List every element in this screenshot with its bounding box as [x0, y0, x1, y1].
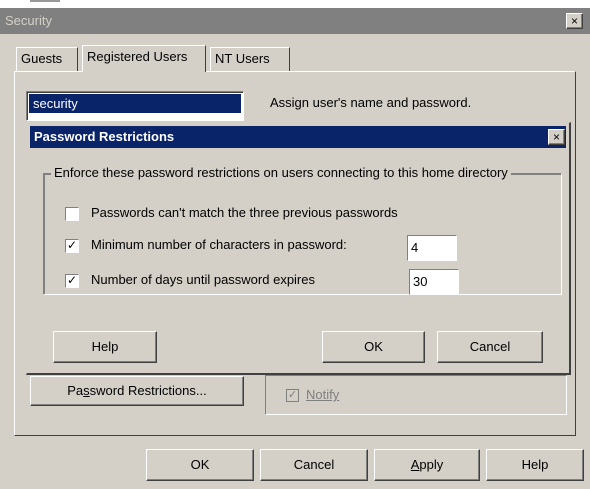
min-length-field[interactable]: 4 [407, 235, 457, 261]
expiry-days-label: Number of days until password expires [91, 272, 315, 287]
apply-button[interactable]: Apply [374, 449, 480, 481]
min-length-checkbox[interactable]: ✓ [65, 239, 79, 253]
cancel-button[interactable]: Cancel [260, 449, 368, 481]
expiry-days-checkbox[interactable]: ✓ [65, 274, 79, 288]
background-window-fragment [30, 0, 60, 2]
close-icon[interactable]: × [566, 13, 583, 29]
expiry-days-field[interactable]: 30 [409, 269, 459, 295]
apply-label-rest: pply [419, 457, 444, 472]
security-title-bar[interactable]: Security × [0, 8, 590, 34]
dialog-title-bar[interactable]: Password Restrictions × [30, 126, 566, 148]
notify-label: Notify [306, 387, 340, 402]
background-window-strip [0, 0, 590, 8]
password-restrictions-dialog: Password Restrictions × Enforce these pa… [26, 122, 571, 375]
min-length-label: Minimum number of characters in password… [91, 237, 347, 252]
password-restrictions-label-suffix: sword Restrictions... [89, 383, 207, 398]
list-item[interactable]: security [29, 94, 241, 113]
tab-guests[interactable]: Guests [16, 47, 78, 71]
notify-checkbox[interactable]: ✓ [286, 389, 299, 402]
ok-button[interactable]: OK [322, 331, 425, 363]
password-restrictions-label-prefix: Pa [67, 383, 84, 398]
match-previous-label: Passwords can't match the three previous… [91, 205, 398, 220]
password-restrictions-button[interactable]: Password Restrictions... [30, 376, 244, 406]
window-title: Security [5, 13, 52, 28]
group-label: Enforce these password restrictions on u… [51, 165, 511, 180]
cancel-button[interactable]: Cancel [437, 331, 543, 363]
help-button[interactable]: Help [53, 331, 157, 363]
close-icon[interactable]: × [548, 129, 565, 145]
tab-registered-users[interactable]: Registered Users [82, 45, 206, 72]
ok-button[interactable]: OK [146, 449, 254, 481]
dialog-title: Password Restrictions [34, 129, 175, 144]
user-list[interactable]: security [26, 91, 244, 121]
tab-nt-users[interactable]: NT Users [210, 47, 290, 71]
match-previous-checkbox[interactable] [65, 207, 79, 221]
user-description: Assign user's name and password. [270, 95, 472, 110]
help-button[interactable]: Help [486, 449, 584, 481]
